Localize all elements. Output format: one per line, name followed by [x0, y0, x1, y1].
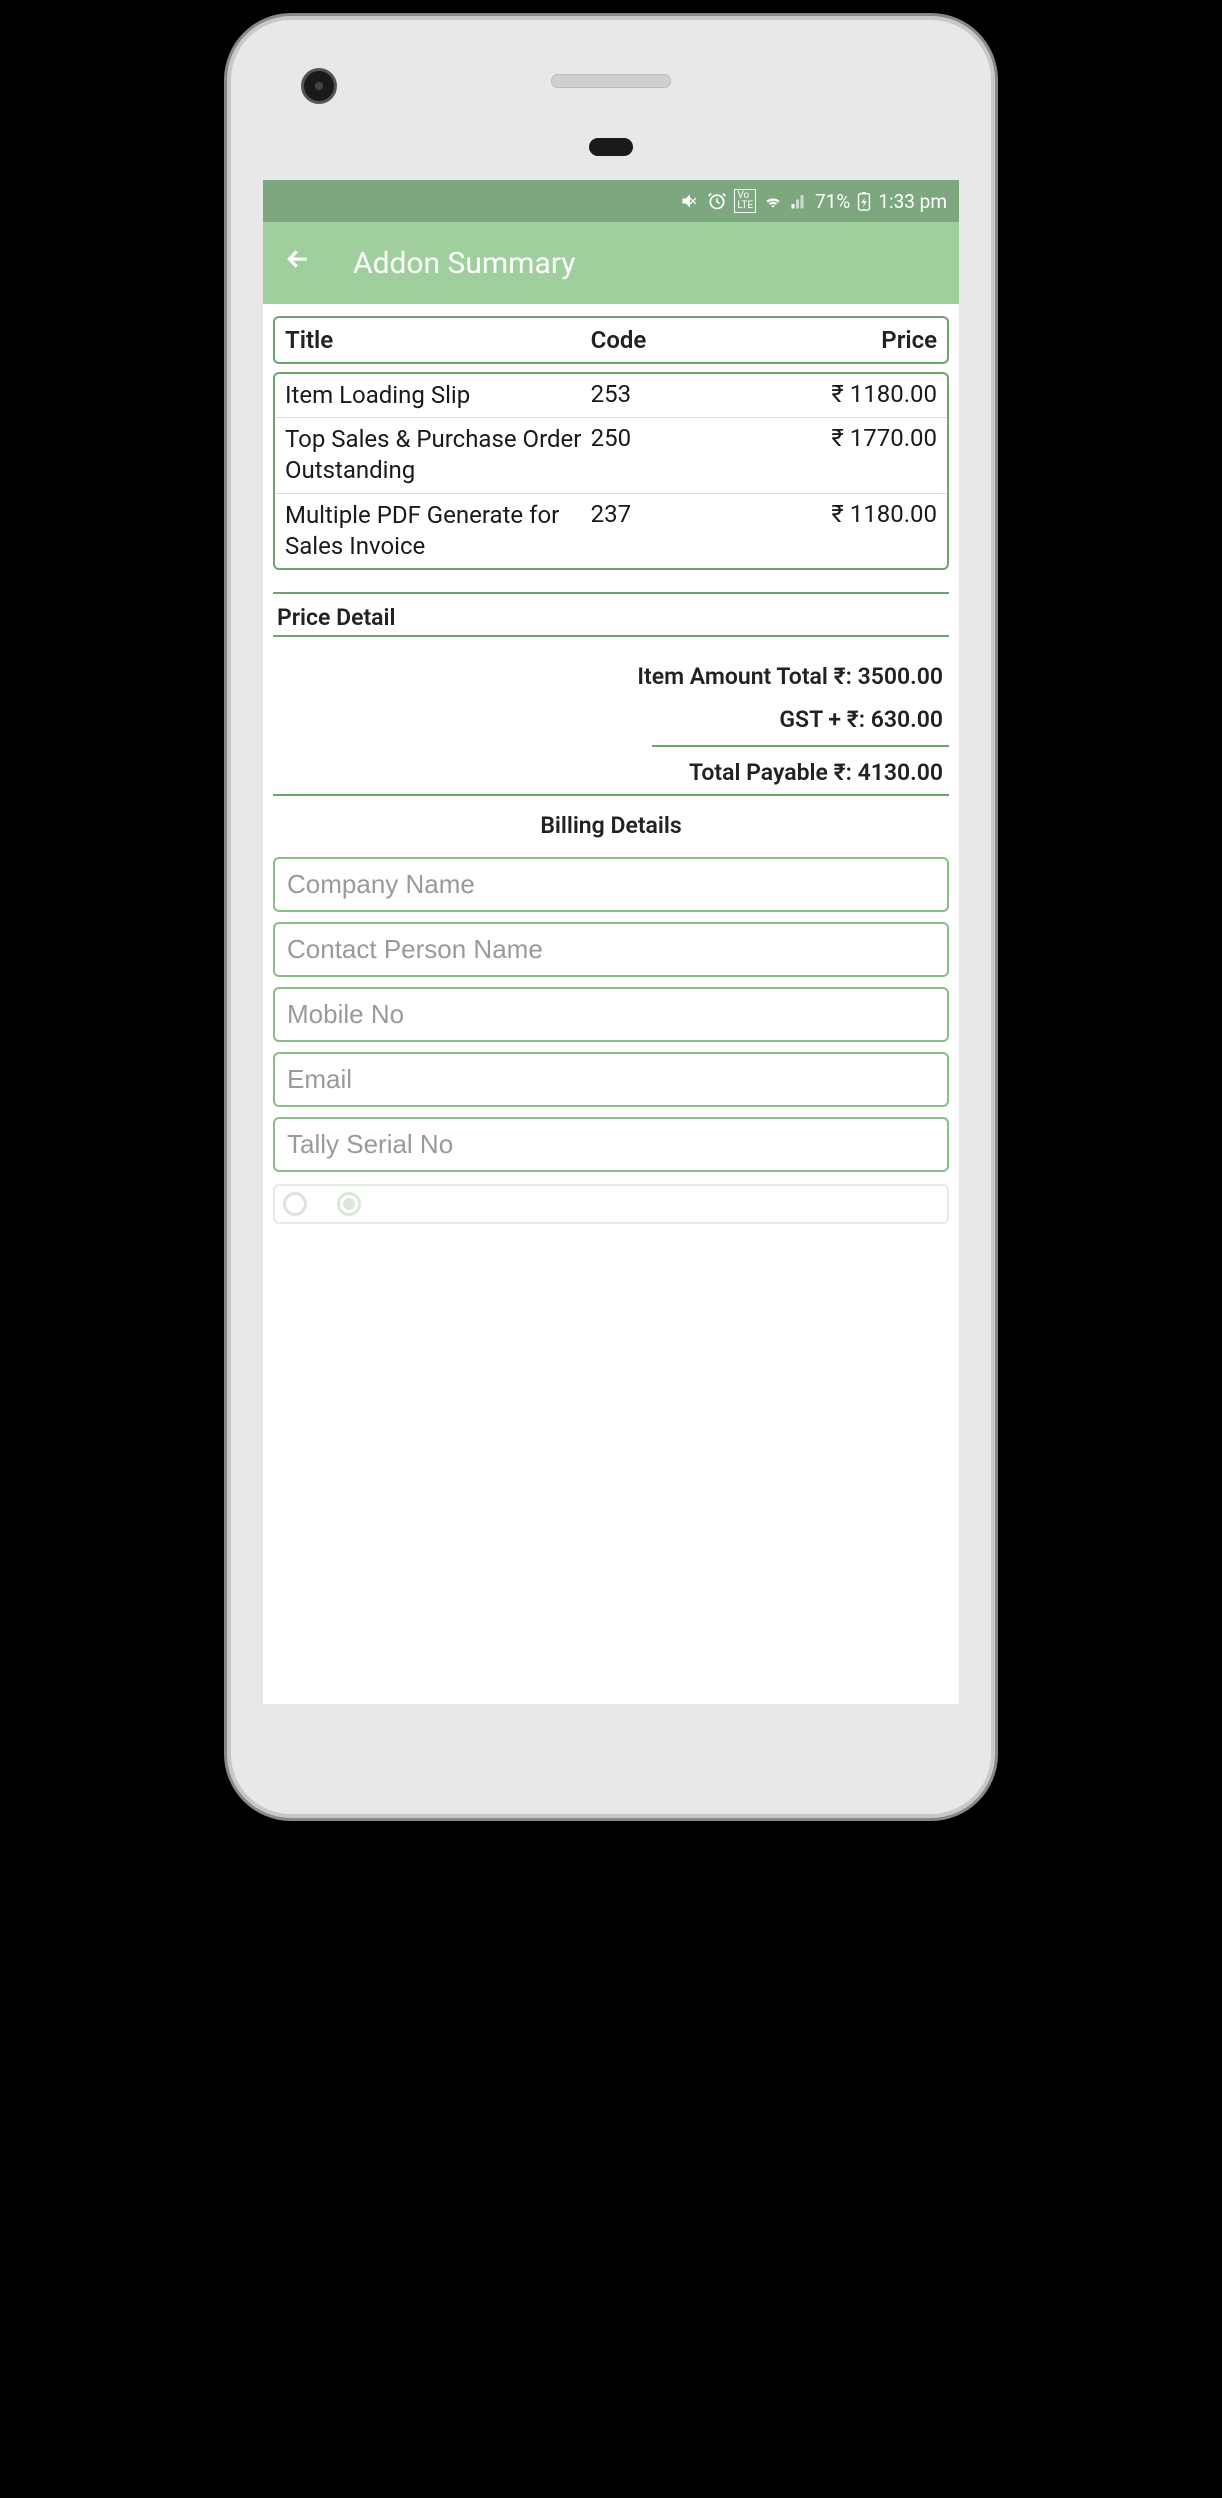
battery-percent: 71%: [815, 190, 850, 213]
cell-price: ₹ 1770.00: [733, 424, 937, 486]
battery-icon: [857, 191, 871, 211]
cell-title: Item Loading Slip: [285, 380, 591, 411]
col-header-title: Title: [285, 326, 591, 354]
phone-speaker: [551, 74, 671, 88]
alarm-icon: [707, 191, 727, 211]
radio-checked-icon: [337, 1192, 361, 1216]
phone-sensor: [589, 138, 633, 156]
cell-title: Top Sales & Purchase Order Outstanding: [285, 424, 591, 486]
status-icons: VoLTE 71% 1:33 pm: [680, 189, 947, 213]
email-input[interactable]: [273, 1052, 949, 1107]
table-row: Multiple PDF Generate for Sales Invoice …: [275, 494, 947, 568]
wifi-icon: [763, 191, 783, 211]
billing-heading: Billing Details: [273, 794, 949, 857]
price-detail-heading: Price Detail: [277, 604, 949, 631]
gst-amount: GST + ₹: 630.00: [273, 698, 949, 741]
phone-screen: VoLTE 71% 1:33 pm Addon Summary: [263, 180, 959, 1704]
content-area: Title Code Price Item Loading Slip 253 ₹…: [263, 304, 959, 1704]
table-header: Title Code Price: [273, 316, 949, 364]
price-detail-block: Item Amount Total ₹: 3500.00 GST + ₹: 63…: [273, 635, 949, 794]
phone-frame: VoLTE 71% 1:33 pm Addon Summary: [231, 20, 991, 1814]
cell-title: Multiple PDF Generate for Sales Invoice: [285, 500, 591, 562]
cell-price: ₹ 1180.00: [733, 380, 937, 411]
divider: [273, 592, 949, 594]
radio-option[interactable]: [337, 1192, 361, 1216]
app-bar: Addon Summary: [263, 222, 959, 304]
table-row: Item Loading Slip 253 ₹ 1180.00: [275, 374, 947, 418]
mute-icon: [680, 191, 700, 211]
cell-code: 237: [591, 500, 734, 562]
cell-code: 253: [591, 380, 734, 411]
cell-price: ₹ 1180.00: [733, 500, 937, 562]
contact-person-input[interactable]: [273, 922, 949, 977]
table-row: Top Sales & Purchase Order Outstanding 2…: [275, 418, 947, 493]
mobile-no-input[interactable]: [273, 987, 949, 1042]
total-payable: Total Payable ₹: 4130.00: [273, 751, 949, 794]
item-amount-total: Item Amount Total ₹: 3500.00: [273, 655, 949, 698]
table-body: Item Loading Slip 253 ₹ 1180.00 Top Sale…: [273, 372, 949, 570]
tally-serial-input[interactable]: [273, 1117, 949, 1172]
clock-time: 1:33 pm: [878, 190, 947, 213]
col-header-price: Price: [733, 326, 937, 354]
price-subtotal-line: [652, 745, 949, 747]
volte-icon: VoLTE: [734, 189, 756, 213]
radio-group: [273, 1184, 949, 1224]
company-name-input[interactable]: [273, 857, 949, 912]
col-header-code: Code: [591, 326, 734, 354]
back-arrow-icon[interactable]: [283, 244, 313, 282]
signal-icon: [790, 192, 808, 210]
radio-option[interactable]: [283, 1192, 307, 1216]
page-title: Addon Summary: [353, 246, 575, 281]
front-camera: [301, 68, 337, 104]
cell-code: 250: [591, 424, 734, 486]
radio-icon: [283, 1192, 307, 1216]
phone-bezel-top: [263, 50, 959, 180]
status-bar: VoLTE 71% 1:33 pm: [263, 180, 959, 222]
